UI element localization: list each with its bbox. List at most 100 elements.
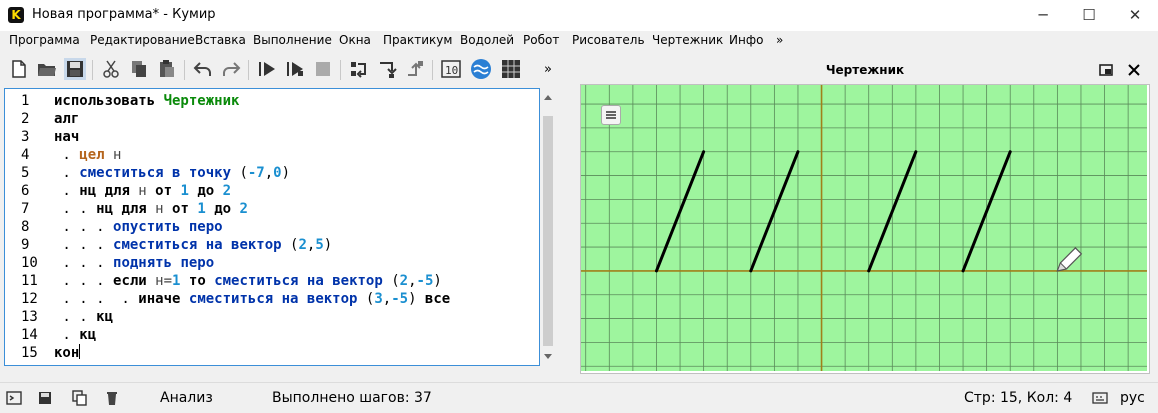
menu-risovatel[interactable]: Рисователь — [572, 33, 645, 47]
code-line[interactable]: алг — [54, 110, 79, 128]
menu-edit[interactable]: Редактирование — [90, 33, 195, 47]
code-token: нач — [54, 129, 80, 145]
code-token: если — [113, 273, 147, 289]
close-panel-icon[interactable] — [1124, 60, 1144, 80]
menu-program[interactable]: Программа — [9, 33, 80, 47]
minimize-button[interactable]: ─ — [1020, 0, 1066, 31]
code-token: нц для — [79, 183, 130, 199]
clear-output-icon[interactable] — [104, 390, 120, 406]
code-token: -5 — [416, 273, 434, 289]
code-line[interactable]: кон — [54, 344, 81, 362]
code-token: иначе — [138, 291, 181, 307]
new-file-icon[interactable] — [8, 58, 30, 80]
toolbar: 10 » — [0, 54, 570, 86]
analysis-label[interactable]: Анализ — [160, 390, 213, 406]
toolbar-overflow-button[interactable]: » — [544, 62, 552, 77]
save-output-icon[interactable] — [38, 390, 54, 406]
paste-icon[interactable] — [156, 58, 178, 80]
code-line[interactable]: . . кц — [54, 308, 113, 326]
toolbar-separator — [432, 60, 433, 80]
code-line[interactable]: . . . опустить перо — [54, 218, 223, 236]
code-line[interactable]: . кц — [54, 326, 96, 344]
code-editor[interactable]: 1 использовать Чертежник 2 алг 3 нач 4 . цел н… — [4, 88, 540, 366]
run-icon[interactable] — [256, 58, 278, 80]
grid-icon[interactable] — [500, 58, 522, 80]
step-over-icon[interactable] — [348, 58, 370, 80]
save-icon[interactable] — [64, 58, 86, 80]
water-icon[interactable] — [470, 58, 492, 80]
code-line[interactable]: . цел н — [54, 146, 121, 164]
code-token: от — [155, 183, 173, 199]
open-folder-icon[interactable] — [36, 58, 58, 80]
line-number: 6 — [21, 183, 30, 199]
title-bar: K Новая программа* - Кумир ─ ☐ ✕ — [0, 0, 1158, 31]
code-token: от — [172, 201, 189, 217]
code-line[interactable]: . . . . иначе сместиться на вектор (3,-5… — [54, 290, 450, 308]
code-token: . — [54, 147, 80, 163]
code-token: -5 — [391, 291, 409, 307]
code-token: . . . — [54, 219, 114, 235]
menu-practicum[interactable]: Практикум — [383, 33, 452, 47]
code-token: н — [104, 147, 122, 163]
code-token: все — [424, 291, 451, 307]
menu-overflow[interactable]: » — [776, 33, 783, 47]
redo-icon[interactable] — [220, 58, 242, 80]
toolbar-separator — [340, 60, 341, 80]
step-out-icon[interactable] — [404, 58, 426, 80]
code-token: кц — [79, 327, 97, 343]
code-token: 1 — [180, 183, 189, 199]
copy-output-icon[interactable] — [72, 390, 88, 406]
code-line[interactable]: . сместиться в точку (-7,0) — [54, 164, 290, 182]
drawer-field[interactable] — [581, 85, 1147, 371]
window-title: Новая программа* - Кумир — [32, 7, 216, 22]
code-token: ( — [281, 237, 299, 253]
language-indicator: рус — [1120, 390, 1145, 406]
scroll-up-icon[interactable] — [544, 94, 552, 100]
code-token: сместиться на вектор — [188, 291, 358, 307]
menu-vodoley[interactable]: Водолей — [460, 33, 514, 47]
code-line[interactable]: . . нц для н от 1 до 2 — [54, 200, 248, 218]
editor-vertical-scrollbar[interactable] — [540, 88, 556, 366]
code-line[interactable]: . . . сместиться на вектор (2,5) — [54, 236, 332, 254]
drawer-menu-button[interactable] — [601, 105, 621, 125]
code-line[interactable]: . . . поднять перо — [54, 254, 214, 272]
code-line[interactable]: нач — [54, 128, 79, 146]
numbers-window-icon[interactable]: 10 — [440, 58, 462, 80]
code-token: ( — [231, 165, 248, 181]
menu-chertezhnik[interactable]: Чертежник — [652, 33, 723, 47]
code-line[interactable]: использовать Чертежник — [54, 92, 239, 110]
maximize-button[interactable]: ☐ — [1066, 0, 1112, 31]
code-token: 2 — [298, 237, 307, 253]
scroll-thumb[interactable] — [543, 116, 553, 346]
code-token: , — [382, 291, 392, 307]
menu-run[interactable]: Выполнение — [253, 33, 332, 47]
copy-icon[interactable] — [128, 58, 150, 80]
code-token: ) — [323, 237, 333, 253]
undock-icon[interactable] — [1096, 60, 1116, 80]
code-token: до — [197, 183, 215, 199]
code-line[interactable]: . . . если н=1 то сместиться на вектор (… — [54, 272, 442, 290]
menu-windows[interactable]: Окна — [339, 33, 371, 47]
scroll-down-icon[interactable] — [544, 354, 552, 360]
toolbar-separator — [184, 60, 185, 80]
code-line[interactable]: . нц для н от 1 до 2 — [54, 182, 231, 200]
code-token: Чертежник — [163, 93, 240, 109]
kumir-app-icon: K — [8, 7, 24, 23]
console-icon[interactable] — [6, 390, 22, 406]
menu-robot[interactable]: Робот — [523, 33, 559, 47]
code-token: опустить перо — [113, 219, 223, 235]
menu-insert[interactable]: Вставка — [195, 33, 246, 47]
undo-icon[interactable] — [192, 58, 214, 80]
code-token: , — [408, 273, 417, 289]
step-into-icon[interactable] — [376, 58, 398, 80]
cut-icon[interactable] — [100, 58, 122, 80]
stop-icon[interactable] — [312, 58, 334, 80]
code-token: ) — [433, 273, 442, 289]
run-step-icon[interactable] — [284, 58, 306, 80]
toolbar-separator — [248, 60, 249, 80]
drawer-canvas[interactable] — [580, 84, 1150, 374]
close-button[interactable]: ✕ — [1112, 0, 1158, 31]
menu-info[interactable]: Инфо — [729, 33, 763, 47]
